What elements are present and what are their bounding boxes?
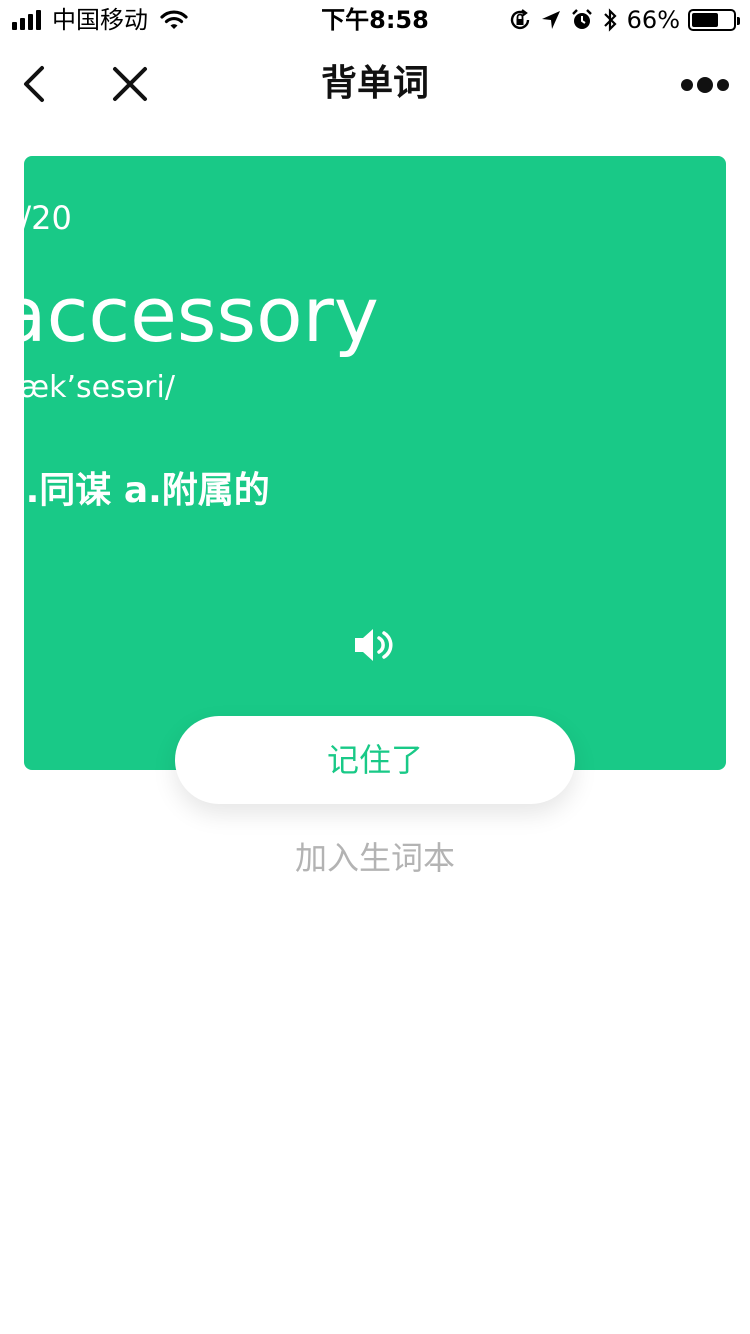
close-button[interactable] — [110, 64, 150, 104]
more-button[interactable] — [680, 70, 730, 100]
battery-icon — [688, 9, 740, 31]
bluetooth-icon — [603, 8, 617, 32]
pronounce-button[interactable] — [353, 625, 397, 665]
back-button[interactable] — [18, 64, 58, 104]
status-right: 66% — [499, 5, 740, 35]
location-icon — [541, 10, 561, 30]
status-bar: 中国移动 下午8:58 66% — [0, 0, 750, 40]
more-icon — [681, 77, 729, 93]
alarm-icon — [571, 9, 593, 31]
word-phonetic: / æk’sesəri/ — [0, 370, 175, 405]
rotation-lock-icon — [509, 9, 531, 31]
speaker-icon — [355, 629, 393, 661]
word-card — [24, 156, 726, 770]
remember-button[interactable]: 记住了 — [175, 716, 575, 804]
battery-fill — [692, 13, 719, 27]
word-meaning: n.同谋 a.附属的 — [0, 470, 270, 511]
close-icon — [113, 67, 147, 101]
battery-percent: 66% — [626, 6, 680, 34]
word-text: accessory — [0, 270, 379, 359]
add-to-notebook-link[interactable]: 加入生词本 — [0, 836, 750, 880]
word-progress: 7/20 — [0, 199, 72, 237]
back-icon — [24, 66, 44, 102]
nav-bar: 背单词 — [0, 40, 750, 128]
